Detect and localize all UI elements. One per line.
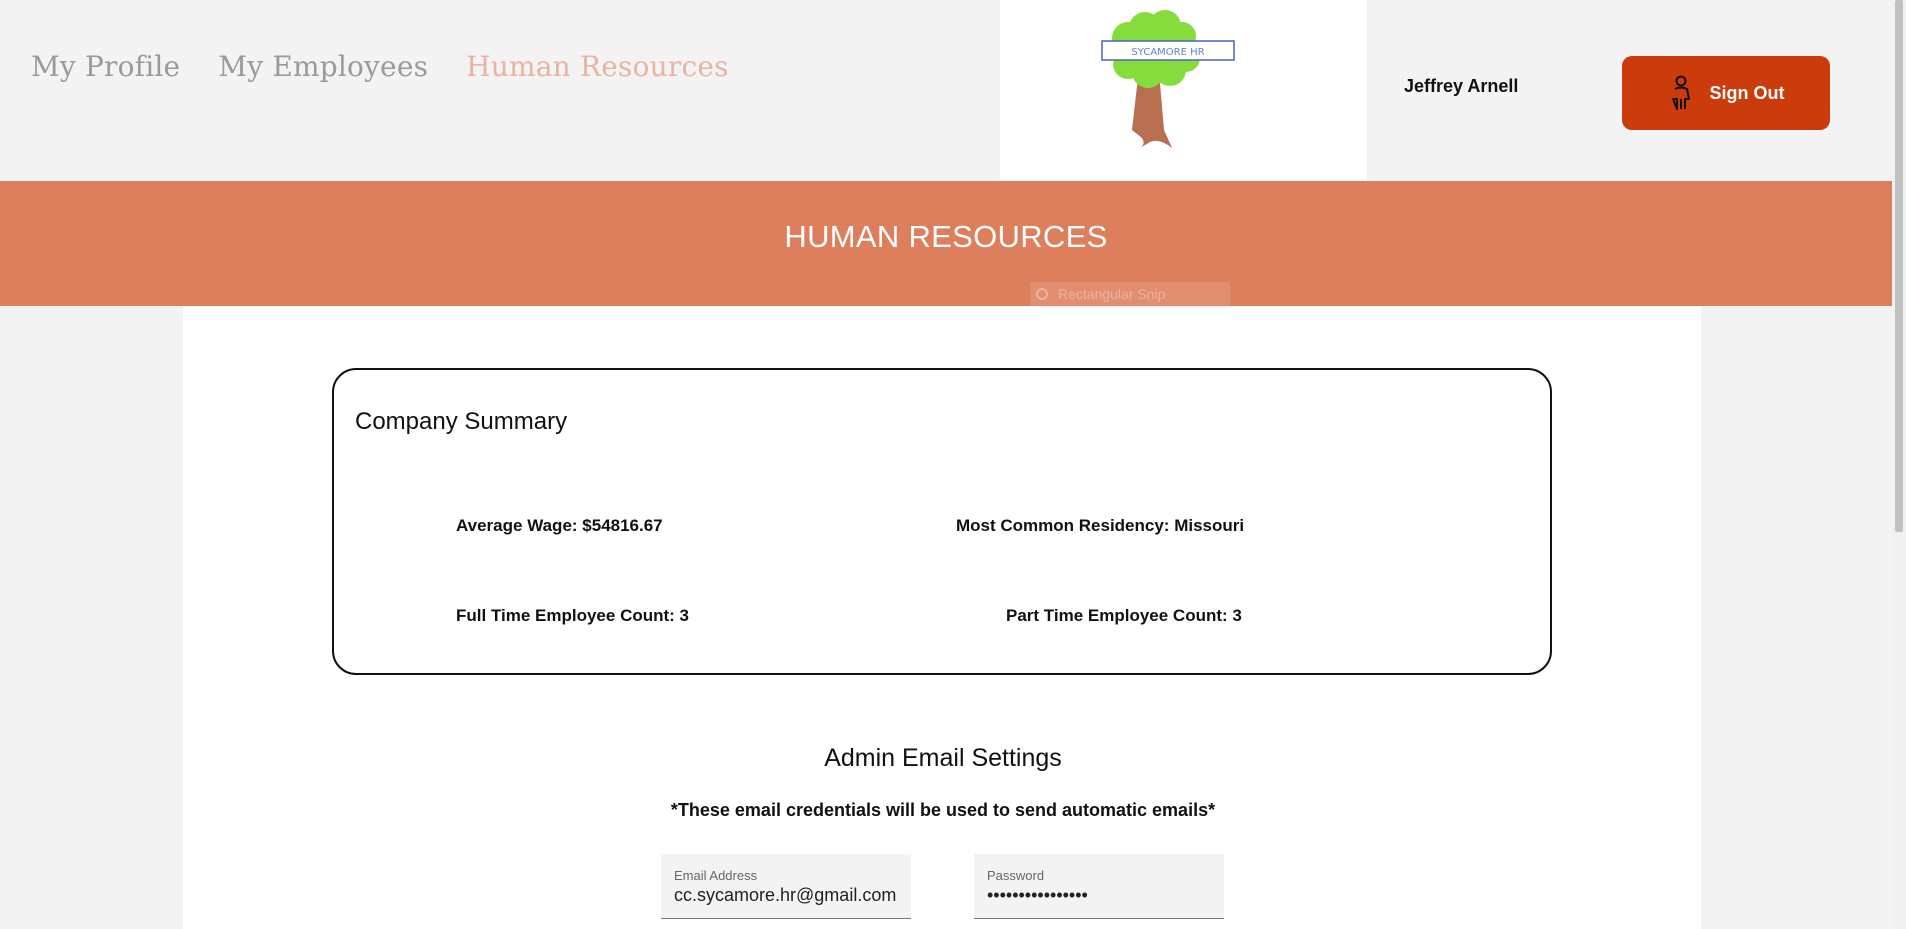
page-title: HUMAN RESOURCES (784, 219, 1108, 254)
nav-my-employees[interactable]: My Employees (218, 50, 428, 83)
email-field[interactable]: Email Address (661, 854, 911, 919)
nav-my-profile[interactable]: My Profile (31, 50, 180, 83)
company-summary-card: Company Summary Average Wage: $54816.67 … (332, 368, 1552, 675)
average-wage: Average Wage: $54816.67 (456, 516, 663, 535)
password-input[interactable] (987, 885, 1211, 906)
sycamore-hr-logo: SYCAMORE HR (1101, 10, 1235, 148)
scrollbar-thumb[interactable] (1895, 0, 1903, 532)
sign-out-button[interactable]: Sign Out (1622, 56, 1830, 130)
top-navigation-bar: My Profile My Employees Human Resources … (0, 0, 1892, 181)
full-time-count: Full Time Employee Count: 3 (456, 606, 689, 625)
radio-icon (1036, 288, 1048, 300)
snip-overlay: Rectangular Snip (1030, 282, 1230, 306)
user-name: Jeffrey Arnell (1404, 76, 1519, 96)
part-time-count: Part Time Employee Count: 3 (1006, 606, 1242, 625)
admin-email-settings-title: Admin Email Settings (824, 744, 1062, 772)
main-nav: My Profile My Employees Human Resources (31, 50, 729, 83)
summary-title: Company Summary (355, 408, 568, 435)
email-input[interactable] (674, 885, 898, 906)
password-field[interactable]: Password (974, 854, 1224, 919)
sign-out-label: Sign Out (1709, 82, 1785, 103)
logo-container: SYCAMORE HR (1000, 0, 1367, 181)
snip-label: Rectangular Snip (1058, 286, 1166, 302)
person-icon (1671, 75, 1690, 110)
page-banner: HUMAN RESOURCES (0, 181, 1892, 306)
nav-human-resources[interactable]: Human Resources (466, 50, 729, 83)
logo-text: SYCAMORE HR (1131, 47, 1204, 58)
admin-email-note: *These email credentials will be used to… (670, 800, 1216, 820)
common-residency: Most Common Residency: Missouri (956, 516, 1245, 535)
password-label: Password (987, 868, 1045, 883)
email-label: Email Address (674, 868, 758, 883)
page-scrollbar[interactable] (1892, 0, 1906, 929)
